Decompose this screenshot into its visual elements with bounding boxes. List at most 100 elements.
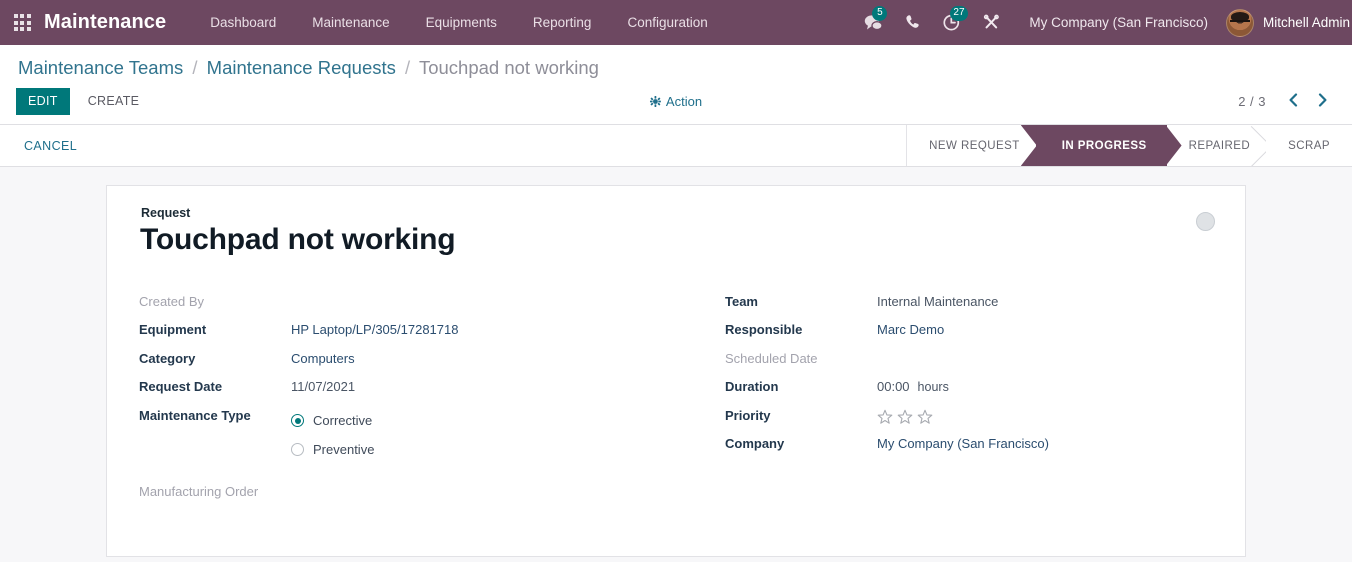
edit-button[interactable]: EDIT — [16, 88, 70, 115]
breadcrumb-separator: / — [405, 57, 411, 78]
control-panel: Maintenance Teams / Maintenance Requests… — [0, 45, 1352, 125]
stage-statusbar: NEW REQUEST IN PROGRESS REPAIRED SCRAP — [907, 125, 1352, 166]
menu-item-maintenance[interactable]: Maintenance — [294, 0, 407, 45]
field-value: 11/07/2021 — [291, 379, 356, 394]
control-panel-buttons: EDIT CREATE Action 2 / 3 — [16, 83, 1336, 124]
field-duration: Duration 00:00 hours — [725, 378, 1215, 407]
field-label: Responsible — [725, 322, 803, 337]
field-label: Scheduled Date — [725, 350, 818, 366]
pager-previous-button[interactable] — [1280, 91, 1307, 112]
field-company[interactable]: Company My Company (San Francisco) — [725, 435, 1215, 464]
field-scheduled-date: Scheduled Date — [725, 350, 1215, 379]
field-category[interactable]: Category Computers — [139, 350, 677, 379]
duration-value: 00:00 — [877, 379, 910, 394]
voip-menu[interactable] — [894, 0, 931, 45]
breadcrumb-separator: / — [192, 57, 198, 78]
field-responsible[interactable]: Responsible Marc Demo — [725, 321, 1215, 350]
menu-item-configuration[interactable]: Configuration — [609, 0, 725, 45]
user-name: Mitchell Admin — [1262, 15, 1350, 30]
apps-menu-toggle[interactable] — [0, 0, 44, 45]
chevron-right-icon — [1318, 93, 1327, 107]
field-label: Duration — [725, 379, 779, 394]
field-label: Priority — [725, 407, 771, 423]
app-brand-maintenance[interactable]: Maintenance — [44, 11, 192, 34]
stage-label: SCRAP — [1288, 139, 1330, 152]
statusbar-row: CANCEL NEW REQUEST IN PROGRESS REPAIRED … — [0, 125, 1352, 167]
navbar-systray: 5 27 My Company (San Francisco) Mitchell… — [853, 0, 1352, 45]
create-button[interactable]: CREATE — [76, 88, 152, 115]
kanban-state-circle[interactable] — [1196, 212, 1215, 231]
radio-option-corrective[interactable]: Corrective — [291, 407, 374, 436]
radio-label: Corrective — [313, 413, 373, 429]
menu-item-reporting[interactable]: Reporting — [515, 0, 610, 45]
phone-icon — [906, 15, 920, 28]
action-menu-label: Action — [665, 94, 703, 109]
tools-wrench-icon — [984, 14, 1000, 29]
field-label: Team — [725, 293, 758, 309]
main-menu: Dashboard Maintenance Equipments Reporti… — [192, 0, 726, 45]
field-label: Manufacturing Order — [139, 483, 259, 499]
apps-grid-icon — [13, 14, 31, 31]
activity-menu[interactable]: 27 — [931, 0, 972, 45]
field-manufacturing-order: Manufacturing Order — [139, 483, 677, 512]
breadcrumb-item-maintenance-requests[interactable]: Maintenance Requests — [207, 57, 396, 78]
stage-label: IN PROGRESS — [1061, 139, 1147, 152]
star-outline-icon[interactable] — [917, 409, 933, 425]
messaging-counter: 5 — [872, 6, 888, 21]
breadcrumb-item-maintenance-teams[interactable]: Maintenance Teams — [18, 57, 183, 78]
cancel-button[interactable]: CANCEL — [22, 135, 79, 157]
field-value[interactable]: HP Laptop/LP/305/17281718 — [291, 321, 458, 337]
maintenance-type-radio-group: Corrective Preventive — [291, 407, 374, 464]
priority-stars — [877, 407, 933, 425]
duration-unit: hours — [917, 380, 949, 394]
field-label: Created By — [139, 293, 205, 309]
pager-counter: 2 / 3 — [1238, 94, 1266, 109]
breadcrumb-item-current: Touchpad not working — [418, 57, 599, 78]
breadcrumb: Maintenance Teams / Maintenance Requests… — [16, 45, 1336, 83]
field-value[interactable]: My Company (San Francisco) — [877, 435, 1049, 451]
field-team: Team Internal Maintenance — [725, 293, 1215, 322]
stage-scrap[interactable]: SCRAP — [1266, 125, 1352, 166]
stage-in-progress[interactable]: IN PROGRESS — [1035, 125, 1167, 166]
radio-label: Preventive — [313, 441, 375, 457]
form-column-right: Team Internal Maintenance Responsible Ma… — [677, 293, 1215, 512]
field-priority: Priority — [725, 407, 1215, 436]
stage-label: NEW REQUEST — [929, 139, 1020, 152]
field-equipment[interactable]: Equipment HP Laptop/LP/305/17281718 — [139, 321, 677, 350]
radio-option-preventive[interactable]: Preventive — [291, 435, 374, 464]
gear-icon — [649, 96, 661, 107]
user-avatar — [1225, 8, 1254, 37]
star-outline-icon[interactable] — [897, 409, 913, 425]
pager-next-button[interactable] — [1309, 91, 1336, 112]
chevron-left-icon — [1289, 93, 1298, 107]
field-maintenance-type: Maintenance Type Corrective Preventive — [139, 407, 677, 464]
field-request-date: Request Date 11/07/2021 — [139, 378, 677, 407]
radio-button-icon[interactable] — [291, 414, 304, 428]
stage-new-request[interactable]: NEW REQUEST — [907, 125, 1036, 166]
form-view-area: Request Touchpad not working Created By … — [0, 167, 1352, 558]
form-columns: Created By Equipment HP Laptop/LP/305/17… — [139, 293, 1215, 512]
record-pager: 2 / 3 — [1238, 91, 1336, 112]
field-label: Request Date — [139, 379, 223, 394]
star-outline-icon[interactable] — [877, 409, 893, 425]
debug-menu[interactable] — [972, 0, 1011, 45]
request-title-value: Touchpad not working — [140, 223, 456, 256]
field-label: Category — [139, 350, 196, 366]
company-switcher[interactable]: My Company (San Francisco) — [1011, 15, 1222, 30]
action-menu[interactable]: Action — [649, 94, 703, 109]
menu-item-dashboard[interactable]: Dashboard — [192, 0, 294, 45]
form-column-left: Created By Equipment HP Laptop/LP/305/17… — [139, 293, 677, 512]
form-sheet: Request Touchpad not working Created By … — [106, 185, 1246, 557]
user-menu[interactable]: Mitchell Admin — [1222, 0, 1352, 45]
statusbar-action-buttons: CANCEL — [0, 125, 908, 166]
menu-item-equipments[interactable]: Equipments — [408, 0, 515, 45]
radio-button-icon[interactable] — [291, 442, 304, 456]
field-value[interactable]: Marc Demo — [877, 321, 944, 337]
top-navbar: Maintenance Dashboard Maintenance Equipm… — [0, 0, 1352, 45]
activity-counter: 27 — [950, 6, 968, 21]
field-value[interactable]: Computers — [291, 350, 355, 366]
field-label: Equipment — [139, 322, 207, 337]
messaging-menu[interactable]: 5 — [853, 0, 894, 45]
field-label: Maintenance Type — [139, 407, 251, 423]
field-created-by: Created By — [139, 293, 677, 322]
